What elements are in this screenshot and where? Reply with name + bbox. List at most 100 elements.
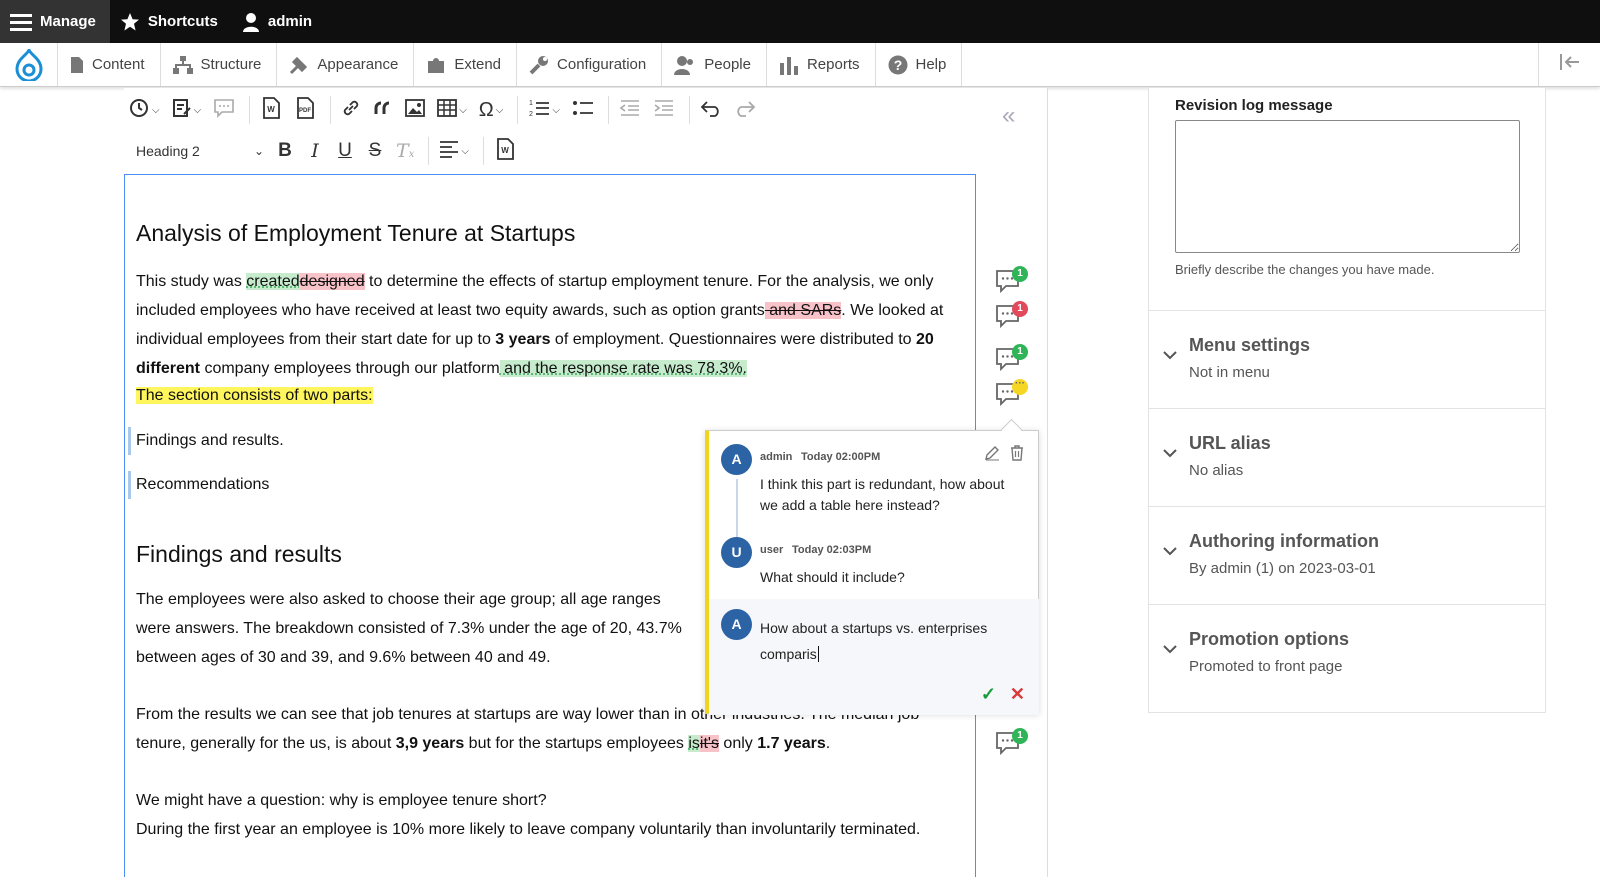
text-run: company employees through our platform: [200, 360, 500, 377]
revision-log-textarea[interactable]: [1175, 120, 1520, 253]
paragraph: Findings and results.: [136, 432, 284, 449]
bold-button[interactable]: B: [272, 135, 298, 167]
star-icon: [120, 12, 140, 32]
menu-settings-section[interactable]: Menu settings Not in menu: [1149, 310, 1545, 408]
suggestion-marker[interactable]: 1: [994, 344, 1030, 380]
user-button[interactable]: admin: [232, 0, 326, 43]
suggestion-deletion[interactable]: it's: [699, 735, 719, 752]
undo-button[interactable]: [696, 94, 726, 126]
word-export-icon: W: [260, 96, 282, 124]
suggestion-marker[interactable]: 1: [994, 728, 1030, 764]
menu-item-people[interactable]: People: [662, 43, 767, 86]
menu-item-reports[interactable]: Reports: [767, 43, 876, 86]
user-icon: [242, 12, 260, 32]
revision-history-button[interactable]: ⌵: [124, 94, 164, 126]
text-run: We might have a question: why is employe…: [136, 792, 547, 809]
outdent-button[interactable]: [615, 94, 645, 126]
shortcuts-label: Shortcuts: [147, 13, 218, 30]
collapse-sidebar-button[interactable]: [1538, 43, 1600, 86]
track-changes-button[interactable]: ⌵: [168, 94, 206, 126]
count-badge: 1: [1012, 301, 1028, 317]
edit-comment-button[interactable]: [984, 445, 1000, 466]
comment-button[interactable]: [209, 94, 239, 126]
italic-button[interactable]: I: [302, 135, 328, 167]
menu-item-help[interactable]: ? Help: [876, 43, 963, 86]
count-badge: 1: [1012, 728, 1028, 744]
link-icon: [341, 98, 361, 123]
menu-item-label: People: [704, 56, 751, 73]
suggestion-deletion[interactable]: and SARs: [764, 302, 842, 319]
delete-comment-button[interactable]: [1010, 445, 1024, 466]
chevron-down-icon: ⌵: [459, 104, 467, 116]
drupal-logo-icon[interactable]: [0, 43, 58, 86]
comment-marker-active[interactable]: ···: [994, 379, 1030, 415]
chevron-down-icon: [1163, 347, 1177, 363]
chevron-down-icon: ⌵: [193, 104, 202, 116]
table-button[interactable]: ⌵: [433, 94, 471, 126]
svg-text:?: ?: [893, 57, 902, 73]
image-icon: [405, 98, 426, 122]
suggestion-insertion[interactable]: and the response rate was 78.3%.: [499, 360, 747, 377]
numbered-list-button[interactable]: 1 2 ⌵: [524, 94, 564, 126]
menu-item-label: Reports: [806, 56, 860, 73]
link-button[interactable]: [337, 94, 365, 126]
menu-item-label: Appearance: [317, 56, 399, 73]
pencil-icon: [985, 446, 999, 461]
menu-item-configuration[interactable]: Configuration: [517, 43, 663, 86]
suggestion-insertion[interactable]: is: [688, 735, 700, 752]
admin-menu: Content Structure Appearance Extend Conf…: [0, 43, 1600, 87]
underline-button[interactable]: U: [332, 135, 358, 167]
reply-editor[interactable]: A How about a startups vs. enterprises c…: [709, 599, 1039, 715]
reply-input[interactable]: How about a startups vs. enterprises com…: [760, 615, 1020, 667]
url-alias-section[interactable]: URL alias No alias: [1149, 408, 1545, 506]
menu-item-content[interactable]: Content: [58, 43, 161, 86]
export-pdf-button[interactable]: PDF: [290, 94, 320, 126]
menu-item-extend[interactable]: Extend: [414, 43, 518, 86]
comment-text: I think this part is redundant, how abou…: [760, 476, 1005, 513]
suggestion-marker[interactable]: 1: [994, 266, 1030, 302]
strikethrough-button[interactable]: S: [362, 135, 388, 167]
special-characters-button[interactable]: Ω ⌵: [475, 94, 508, 126]
cancel-comment-button[interactable]: ✕: [1010, 684, 1025, 705]
avatar: A: [721, 444, 752, 475]
section-title: Menu settings: [1189, 335, 1311, 355]
underline-icon: U: [338, 140, 352, 161]
suggestion-insertion[interactable]: created: [246, 273, 300, 290]
bulleted-list-button[interactable]: [568, 94, 598, 126]
text-run: only: [718, 735, 758, 752]
image-button[interactable]: [401, 94, 429, 126]
redo-button[interactable]: [730, 94, 760, 126]
track-changes-icon: [172, 98, 192, 123]
menu-item-appearance[interactable]: Appearance: [277, 43, 415, 86]
blockquote-button[interactable]: [369, 94, 397, 126]
people-icon: [674, 55, 696, 75]
alignment-button[interactable]: ⌵: [435, 135, 473, 167]
manage-button[interactable]: Manage: [0, 0, 110, 43]
authoring-information-section[interactable]: Authoring information By admin (1) on 20…: [1149, 506, 1545, 604]
export-word-button[interactable]: W: [256, 94, 286, 126]
collapse-annotations-button[interactable]: «: [1002, 102, 1015, 130]
paragraph: Recommendations: [136, 476, 270, 493]
promotion-options-section[interactable]: Promotion options Promoted to front page: [1149, 604, 1545, 702]
indent-button[interactable]: [649, 94, 679, 126]
chevron-down-icon: ⌄: [253, 144, 264, 158]
menu-item-structure[interactable]: Structure: [161, 43, 278, 86]
remove-format-button[interactable]: Tx: [392, 135, 418, 167]
omega-icon: Ω: [478, 98, 494, 121]
commented-text[interactable]: The section consists of two parts:: [136, 387, 373, 404]
comment-time: Today 02:03PM: [792, 544, 872, 556]
shortcuts-button[interactable]: Shortcuts: [110, 0, 232, 43]
editor-toolbar: ⌵ ⌵ W PDF ⌵ Ω ⌵ 1 2 ⌵ Heading 2 ⌄ B I U S Tx…: [124, 88, 976, 174]
toolbar-separator: [482, 137, 484, 165]
comment-text: What should it include?: [760, 569, 905, 585]
text-run: but for the startups employees: [464, 735, 689, 752]
chevron-down-icon: ⌵: [152, 104, 160, 116]
import-word-button[interactable]: W: [490, 135, 520, 167]
section-title: URL alias: [1189, 433, 1271, 453]
suggestion-deletion[interactable]: designed: [299, 273, 365, 290]
heading-dropdown[interactable]: Heading 2 ⌄: [124, 135, 268, 167]
document-heading: Analysis of Employment Tenure at Startup…: [136, 220, 576, 246]
bulleted-list-icon: [572, 98, 594, 123]
suggestion-marker[interactable]: 1: [994, 301, 1030, 337]
submit-comment-button[interactable]: ✓: [981, 684, 996, 705]
